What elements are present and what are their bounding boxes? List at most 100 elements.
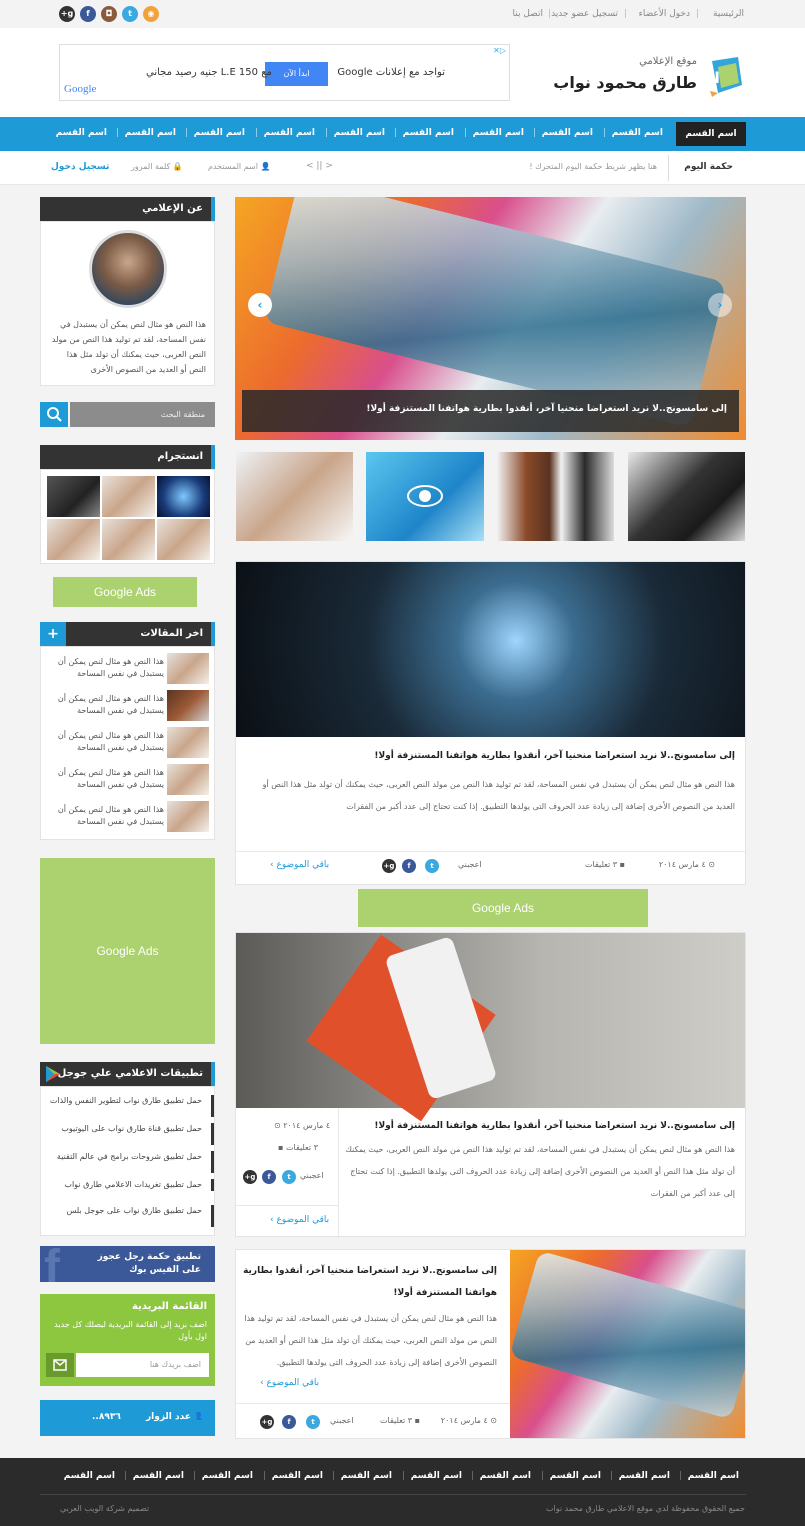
google-plus-share-icon[interactable]: g+ xyxy=(382,859,396,873)
nav-item[interactable]: اسم القسم xyxy=(403,128,454,138)
twitter-icon[interactable]: t xyxy=(122,6,138,22)
newsletter-submit-button[interactable] xyxy=(46,1353,74,1377)
search-input[interactable]: منطقة البحث xyxy=(70,402,215,427)
nav-item[interactable]: اسم القسم xyxy=(264,128,315,138)
post-comments[interactable]: ▪ ٣ تعليقات xyxy=(380,1416,420,1425)
app-link[interactable]: حمل تطبيق قناة طارق نواب على اليوتيوب xyxy=(47,1123,202,1134)
plus-icon[interactable]: + xyxy=(40,622,66,646)
slider-thumb[interactable] xyxy=(366,452,484,541)
slider-thumb[interactable] xyxy=(497,452,614,541)
recent-post-title[interactable]: هذا النص هو مثال لنص يمكن أن يستبدل في ن… xyxy=(49,693,164,717)
twitter-share-icon[interactable]: t xyxy=(282,1170,296,1184)
recent-post-thumb[interactable] xyxy=(167,653,209,684)
app-link[interactable]: حمل تطبيق شروحات برامج في عالم التقنية xyxy=(47,1151,202,1162)
footer-nav-item[interactable]: اسم القسم xyxy=(550,1471,601,1481)
google-plus-icon[interactable]: g+ xyxy=(59,6,75,22)
recent-post-title[interactable]: هذا النص هو مثال لنص يمكن أن يستبدل في ن… xyxy=(49,804,164,828)
footer-nav-item[interactable]: اسم القسم xyxy=(64,1471,115,1481)
footer-nav-item[interactable]: اسم القسم xyxy=(202,1471,253,1481)
top-link-register[interactable]: تسجيل عضو جديد xyxy=(551,9,618,19)
nav-item[interactable]: اسم القسم xyxy=(612,128,663,138)
instagram-photo[interactable] xyxy=(102,476,155,517)
instagram-icon[interactable]: ◘ xyxy=(101,6,117,22)
twitter-share-icon[interactable]: t xyxy=(306,1415,320,1429)
login-button[interactable]: تسجيل دخول xyxy=(51,162,109,172)
google-plus-share-icon[interactable]: g+ xyxy=(243,1170,257,1184)
logo-title[interactable]: طارق محمود نواب xyxy=(553,73,697,92)
facebook-share-icon[interactable]: f xyxy=(282,1415,296,1429)
divider xyxy=(40,1494,746,1495)
google-plus-share-icon[interactable]: g+ xyxy=(260,1415,274,1429)
recent-post-title[interactable]: هذا النص هو مثال لنص يمكن أن يستبدل في ن… xyxy=(49,656,164,680)
facebook-app-banner[interactable]: f تطبيق حكمة رجل عجوز على الفيس بوك xyxy=(40,1246,215,1282)
post-comments[interactable]: ▪ ٣ تعليقات xyxy=(585,860,625,869)
nav-item-active[interactable]: اسم القسم xyxy=(676,122,746,146)
password-field[interactable]: 🔒 كلمة المرور xyxy=(131,162,183,171)
facebook-share-icon[interactable]: f xyxy=(262,1170,276,1184)
nav-item[interactable]: اسم القسم xyxy=(542,128,593,138)
designer-credit[interactable]: تصميم شركة الويب العربي xyxy=(60,1504,149,1513)
header-ad-banner[interactable]: ▷✕ تواجد مع إعلانات Google ابدأ الآن مع … xyxy=(59,44,510,101)
facebook-share-icon[interactable]: f xyxy=(402,859,416,873)
nav-item[interactable]: اسم القسم xyxy=(125,128,176,138)
slider-next-arrow-icon[interactable]: ‹ xyxy=(708,293,732,317)
app-link[interactable]: حمل تطبيق طارق نواب على جوجل بلس xyxy=(47,1205,202,1216)
nav-item[interactable]: اسم القسم xyxy=(334,128,385,138)
featured-slider[interactable]: › ‹ إلى سامسونج..لا نريد استعراضا منحنيا… xyxy=(235,197,746,440)
post-image[interactable] xyxy=(236,933,745,1122)
read-more-link[interactable]: باقي الموضوع › xyxy=(260,1378,319,1388)
app-link[interactable]: حمل تطبيق طارق نواب لتطوير النفس والذات xyxy=(47,1095,202,1106)
footer-nav-item[interactable]: اسم القسم xyxy=(619,1471,670,1481)
instagram-photo[interactable] xyxy=(47,519,100,560)
google-ads-small[interactable]: Google Ads xyxy=(53,577,197,607)
post-title[interactable]: إلى سامسونج..لا نريد استعراضا منحنيا آخر… xyxy=(245,748,735,765)
slider-thumb[interactable] xyxy=(236,452,353,541)
facebook-icon[interactable]: f xyxy=(80,6,96,22)
slider-thumb[interactable] xyxy=(628,452,745,541)
search-button[interactable] xyxy=(40,402,68,427)
username-field[interactable]: 👤 اسم المستخدم xyxy=(208,162,270,171)
nav-item[interactable]: اسم القسم xyxy=(473,128,524,138)
read-more-link[interactable]: باقي الموضوع › xyxy=(270,1215,329,1225)
footer-nav-item[interactable]: اسم القسم xyxy=(133,1471,184,1481)
ad-start-button[interactable]: ابدأ الآن xyxy=(265,62,328,86)
post-comments[interactable]: ٣ تعليقات ▪ xyxy=(278,1143,318,1152)
slider-caption[interactable]: إلى سامسونج..لا نريد استعراضا منحنيا آخر… xyxy=(366,404,727,414)
recent-post-thumb[interactable] xyxy=(167,727,209,758)
nav-item[interactable]: اسم القسم xyxy=(56,128,107,138)
top-link-contact[interactable]: اتصل بنا xyxy=(513,9,543,19)
ticker-controls[interactable]: < || > xyxy=(306,161,333,171)
like-label: اعجبني xyxy=(458,860,482,869)
recent-post-thumb[interactable] xyxy=(167,690,209,721)
footer-nav-item[interactable]: اسم القسم xyxy=(688,1471,739,1481)
instagram-photo[interactable] xyxy=(47,476,100,517)
recent-post-title[interactable]: هذا النص هو مثال لنص يمكن أن يستبدل في ن… xyxy=(49,730,164,754)
post-image[interactable] xyxy=(236,562,745,737)
google-ads-mid[interactable]: Google Ads xyxy=(358,889,648,927)
google-ads-big[interactable]: Google Ads xyxy=(40,858,215,1044)
footer-nav-item[interactable]: اسم القسم xyxy=(480,1471,531,1481)
footer-nav-item[interactable]: اسم القسم xyxy=(341,1471,392,1481)
slider-prev-arrow-icon[interactable]: › xyxy=(248,293,272,317)
twitter-share-icon[interactable]: t xyxy=(425,859,439,873)
recent-post-thumb[interactable] xyxy=(167,801,209,832)
recent-post-title[interactable]: هذا النص هو مثال لنص يمكن أن يستبدل في ن… xyxy=(49,767,164,791)
top-link-home[interactable]: الرئيسية xyxy=(713,9,744,19)
instagram-photo[interactable] xyxy=(157,519,210,560)
post-title[interactable]: إلى سامسونج..لا نريد استعراضا منحنيا آخر… xyxy=(239,1260,497,1304)
recent-post-thumb[interactable] xyxy=(167,764,209,795)
read-more-link[interactable]: باقي الموضوع › xyxy=(270,860,329,870)
ad-close-icon[interactable]: ▷✕ xyxy=(493,46,506,55)
logo-icon[interactable]: N xyxy=(707,55,746,97)
nav-item[interactable]: اسم القسم xyxy=(194,128,245,138)
post-title[interactable]: إلى سامسونج..لا نريد استعراضا منحنيا آخر… xyxy=(345,1118,735,1135)
instagram-photo[interactable] xyxy=(102,519,155,560)
footer-nav-item[interactable]: اسم القسم xyxy=(272,1471,323,1481)
rss-icon[interactable]: ◉ xyxy=(143,6,159,22)
newsletter-email-input[interactable]: اضف بريدك هنا xyxy=(76,1353,209,1377)
app-link[interactable]: حمل تطبيق تغريدات الاعلامي طارق نواب xyxy=(47,1179,202,1190)
footer-nav-item[interactable]: اسم القسم xyxy=(411,1471,462,1481)
post-image[interactable] xyxy=(510,1250,745,1438)
top-link-login[interactable]: دخول الأعضاء xyxy=(639,9,690,19)
instagram-photo[interactable] xyxy=(157,476,210,517)
